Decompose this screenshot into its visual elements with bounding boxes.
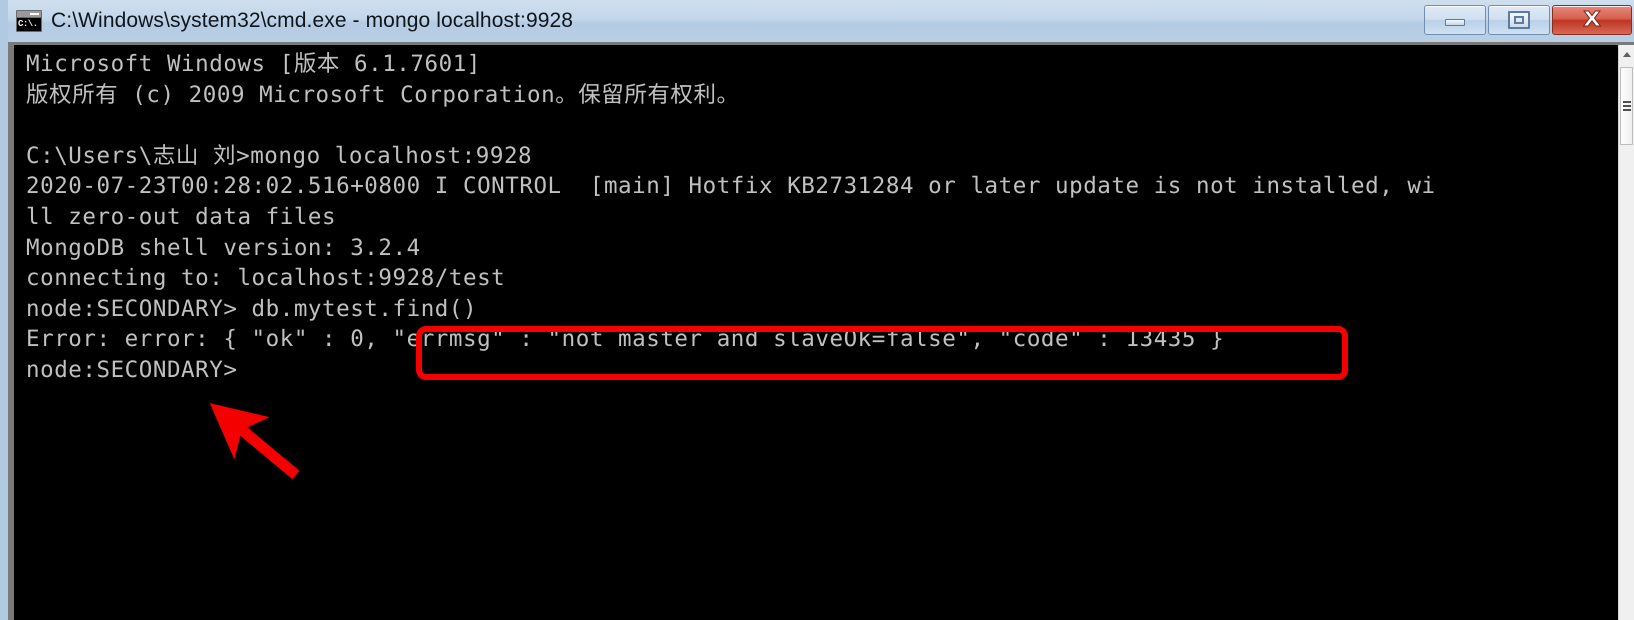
maximize-button[interactable] [1488, 5, 1550, 35]
minimize-button[interactable] [1424, 5, 1486, 35]
console-line: ll zero-out data files [26, 203, 337, 230]
minimize-icon [1445, 19, 1465, 26]
cmd-console-icon: C:\. [16, 10, 42, 32]
console-line: C:\Users\志山 刘>mongo localhost:9928 [26, 142, 533, 169]
console-line: Error: error: { "ok" : 0, "errmsg" : "no… [26, 326, 1225, 353]
scroll-up-arrow-icon[interactable] [1619, 45, 1634, 63]
close-icon [1579, 7, 1605, 33]
vertical-scrollbar[interactable] [1618, 45, 1634, 620]
console-line: Microsoft Windows [版本 6.1.7601] [26, 51, 481, 77]
scroll-thumb[interactable] [1620, 67, 1633, 145]
console-line: connecting to: localhost:9928/test [26, 265, 506, 292]
console-line: node:SECONDARY> [26, 356, 238, 383]
console-frame: Microsoft Windows [版本 6.1.7601] 版权所有 (c) … [8, 42, 1634, 620]
window-title: C:\Windows\system32\cmd.exe - mongo loca… [51, 9, 574, 32]
console-screen[interactable]: Microsoft Windows [版本 6.1.7601] 版权所有 (c) … [14, 45, 1618, 620]
maximize-icon [1508, 11, 1530, 29]
console-line: node:SECONDARY> db.mytest.find() [26, 295, 478, 322]
icon-screen-text: C:\. [17, 18, 41, 31]
console-line: 版权所有 (c) 2009 Microsoft Corporation。保留所有… [26, 81, 740, 108]
window-titlebar[interactable]: C:\. C:\Windows\system32\cmd.exe - mongo… [8, 0, 1634, 42]
close-button[interactable] [1552, 5, 1632, 35]
console-line: 2020-07-23T00:28:02.516+0800 I CONTROL [… [26, 173, 1436, 200]
console-line: MongoDB shell version: 3.2.4 [26, 234, 421, 261]
icon-titlebar-stripe [17, 11, 41, 18]
console-output: Microsoft Windows [版本 6.1.7601] 版权所有 (c) … [26, 49, 1436, 386]
cmd-window: C:\. C:\Windows\system32\cmd.exe - mongo… [0, 0, 1634, 620]
scroll-thumb-grip [1622, 101, 1631, 111]
window-controls [1422, 5, 1632, 35]
